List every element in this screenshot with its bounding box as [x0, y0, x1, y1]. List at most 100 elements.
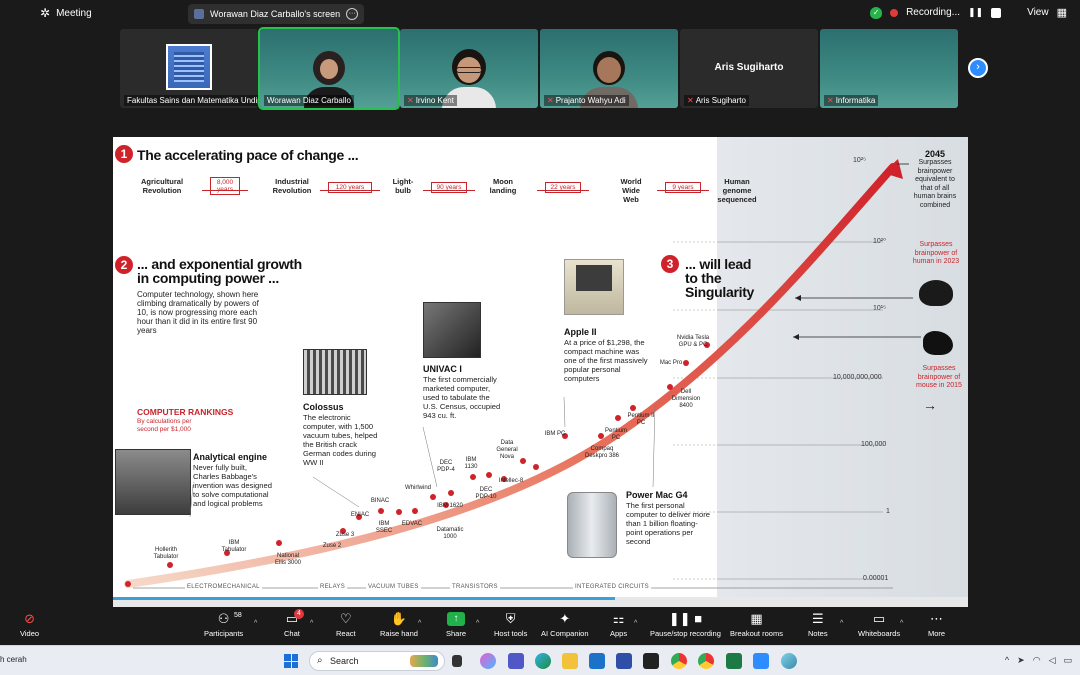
- screen-share-indicator[interactable]: Worawan Diaz Carballo's screen ···: [188, 4, 365, 24]
- participant-tile[interactable]: Fakultas Sains dan Matematika Undip: [120, 29, 258, 108]
- chevron-up-icon[interactable]: ^: [254, 620, 257, 627]
- pointer-arrowhead: [793, 334, 799, 340]
- more-dots-icon: ⋯: [930, 611, 944, 626]
- app-icon[interactable]: [616, 653, 632, 669]
- point-label: IBM SSEC: [375, 521, 393, 534]
- point-label: Zuse 3: [335, 532, 355, 538]
- zoom-icon[interactable]: [753, 653, 769, 669]
- meeting-title: ✲ Meeting: [40, 6, 92, 20]
- point-label: Whirlwind: [404, 485, 431, 491]
- progress-bar: [113, 597, 615, 600]
- outlook-icon[interactable]: [589, 653, 605, 669]
- pause-stop-recording-button[interactable]: ❚❚ ■ Pause/stop recording: [650, 611, 721, 639]
- point-label: Mac Pro: [659, 360, 683, 366]
- point-label: Datamatic 1000: [436, 527, 464, 540]
- wifi-icon[interactable]: ◠: [1033, 655, 1041, 666]
- ai-companion-button[interactable]: ✦ AI Companion: [541, 611, 589, 639]
- whiteboards-button[interactable]: ▭ Whiteboards ^: [858, 612, 903, 639]
- view-label[interactable]: View: [1027, 7, 1049, 18]
- participants-button[interactable]: ⚇ 58 Participants ^: [204, 612, 257, 639]
- recording-dot-icon: [890, 8, 899, 17]
- raise-hand-button[interactable]: ✋ Raise hand ^: [380, 612, 421, 639]
- view-grid-icon[interactable]: ▦: [1057, 6, 1067, 19]
- video-off-icon: ⊘: [24, 611, 35, 626]
- next-page-chevron-icon[interactable]: ›: [968, 58, 988, 78]
- participant-tile[interactable]: ✕ Prajanto Wahyu Adi: [540, 29, 678, 108]
- chevron-up-icon[interactable]: ^: [476, 620, 479, 627]
- data-point: [470, 474, 476, 480]
- apps-button[interactable]: ⚏ Apps ^: [610, 611, 637, 639]
- chevron-up-icon[interactable]: ^: [840, 620, 843, 627]
- top-bar: ✲ Meeting Worawan Diaz Carballo's screen…: [0, 0, 1080, 28]
- point-label: IBM 1130: [464, 457, 478, 470]
- weather-text[interactable]: h cerah: [0, 655, 27, 664]
- data-point: [486, 472, 492, 478]
- stop-recording-icon[interactable]: [991, 7, 1002, 18]
- share-label: Worawan Diaz Carballo's screen: [210, 9, 341, 19]
- more-button[interactable]: ⋯ More: [928, 611, 945, 639]
- location-icon[interactable]: ➤: [1017, 655, 1025, 666]
- chevron-up-icon[interactable]: ^: [310, 620, 313, 627]
- task-view-icon[interactable]: [452, 655, 462, 667]
- taskbar-search[interactable]: ⌕ Search: [309, 651, 445, 671]
- participant-tile[interactable]: Aris Sugiharto ✕ Aris Sugiharto: [680, 29, 818, 108]
- mic-muted-icon: ✕: [687, 96, 694, 105]
- participant-tile[interactable]: ✕ Irvino Kent: [400, 29, 538, 108]
- app-icon[interactable]: [643, 653, 659, 669]
- file-explorer-icon[interactable]: [562, 653, 578, 669]
- apps-icon: ⚏: [612, 611, 625, 626]
- chrome-icon[interactable]: [698, 653, 714, 669]
- encryption-shield-icon[interactable]: ✓: [870, 6, 883, 19]
- point-label: Zuse 2: [322, 543, 342, 549]
- data-point: [630, 405, 636, 411]
- notes-button[interactable]: ☰ Notes ^: [808, 611, 843, 639]
- callout-line: [312, 476, 360, 508]
- participant-tile[interactable]: Worawan Diaz Carballo: [258, 27, 400, 110]
- excel-icon[interactable]: [726, 653, 742, 669]
- mic-muted-icon: ✕: [547, 96, 554, 105]
- point-label: DEC PDP-4: [437, 460, 455, 473]
- meeting-icon: ✲: [40, 6, 51, 20]
- chevron-up-icon[interactable]: ^: [1005, 655, 1009, 666]
- share-button[interactable]: ↑ Share ^: [446, 612, 479, 638]
- more-options-icon[interactable]: ···: [346, 8, 359, 20]
- windows-start-icon[interactable]: [284, 654, 298, 668]
- notes-icon: ☰: [811, 611, 824, 626]
- edge-icon[interactable]: [535, 653, 551, 669]
- pause-stop-icon: ❚❚ ■: [668, 611, 703, 626]
- point-label: National Ellis 3000: [274, 553, 301, 566]
- participant-name: ✕ Aris Sugiharto: [684, 95, 749, 106]
- pause-recording-icon[interactable]: ❚❚: [968, 7, 983, 18]
- zoom-window: ✲ Meeting Worawan Diaz Carballo's screen…: [0, 0, 1080, 675]
- host-tools-button[interactable]: ⛨ Host tools: [494, 612, 527, 639]
- participant-display-name: Aris Sugiharto: [714, 62, 784, 73]
- participant-name: ✕ Irvino Kent: [404, 95, 457, 106]
- share-arrow-icon: ↑: [447, 612, 465, 626]
- video-button[interactable]: ⊘ Video: [20, 611, 39, 639]
- chevron-up-icon[interactable]: ^: [634, 620, 637, 627]
- react-button[interactable]: ♡ React: [336, 611, 356, 639]
- copilot-icon[interactable]: [480, 653, 496, 669]
- chevron-up-icon[interactable]: ^: [900, 620, 903, 627]
- callout-line: [422, 426, 438, 488]
- share-thumbnail-icon: [194, 9, 204, 19]
- participant-name: ✕ Prajanto Wahyu Adi: [544, 95, 629, 106]
- breakout-grid-icon: ▦: [750, 611, 763, 626]
- teams-icon[interactable]: [508, 653, 524, 669]
- volume-icon[interactable]: ◁: [1049, 655, 1056, 666]
- point-label: EDVAC: [401, 521, 423, 527]
- participant-tile[interactable]: ✕ Informatika: [820, 29, 958, 108]
- mic-muted-icon: ✕: [407, 96, 414, 105]
- chrome-icon[interactable]: [671, 653, 687, 669]
- point-label: Dell Dimension 8400: [671, 389, 701, 409]
- battery-icon[interactable]: ▭: [1063, 655, 1072, 666]
- breakout-rooms-button[interactable]: ▦ Breakout rooms: [730, 611, 783, 639]
- heart-icon: ♡: [339, 611, 352, 626]
- data-point: [378, 508, 384, 514]
- era-label: RELAYS: [318, 584, 348, 590]
- chat-button[interactable]: ▭ 4 Chat ^: [284, 609, 313, 638]
- app-icon[interactable]: [781, 653, 797, 669]
- sparkle-icon: ✦: [559, 611, 571, 626]
- data-point: [533, 464, 539, 470]
- chevron-up-icon[interactable]: ^: [418, 620, 421, 627]
